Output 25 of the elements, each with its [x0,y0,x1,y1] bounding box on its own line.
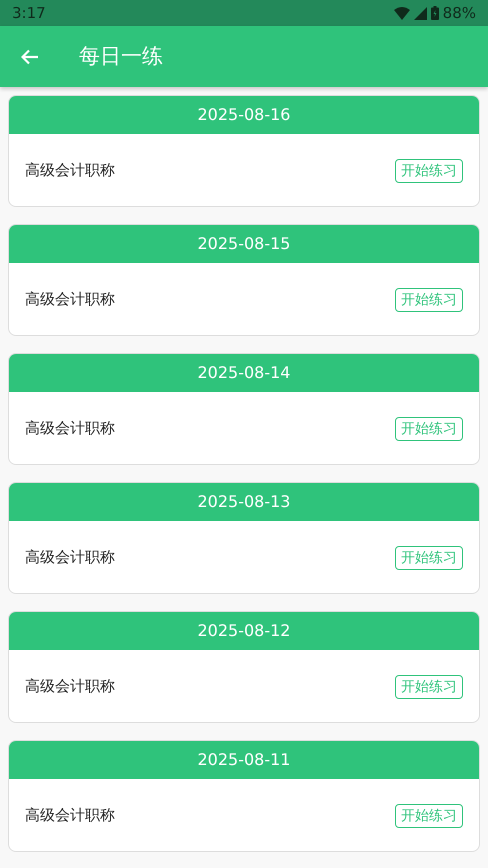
exam-title: 高级会计职称 [25,289,115,310]
start-practice-button[interactable]: 开始练习 [395,674,463,698]
exam-title: 高级会计职称 [25,418,115,440]
battery-icon [430,6,439,20]
card-date: 2025-08-16 [198,104,290,126]
exam-title: 高级会计职称 [25,805,115,826]
exam-title: 高级会计职称 [25,676,115,698]
card-date: 2025-08-12 [198,620,290,642]
back-arrow-icon[interactable] [21,48,39,64]
status-time: 3:17 [12,2,46,24]
wifi-icon [394,6,410,20]
start-practice-button[interactable]: 开始练习 [395,288,463,312]
start-practice-button[interactable]: 开始练习 [395,804,463,828]
exam-title: 高级会计职称 [25,547,115,568]
card-date: 2025-08-15 [198,233,290,255]
exam-title: 高级会计职称 [25,160,115,182]
card-date: 2025-08-13 [198,491,290,513]
page-title: 每日一练 [79,42,163,70]
card-date: 2025-08-14 [198,362,290,384]
signal-icon [414,6,427,20]
start-practice-button[interactable]: 开始练习 [395,546,463,570]
battery-percent: 88% [442,2,476,24]
start-practice-button[interactable]: 开始练习 [395,158,463,182]
card-date: 2025-08-11 [198,749,290,771]
start-practice-button[interactable]: 开始练习 [395,416,463,440]
